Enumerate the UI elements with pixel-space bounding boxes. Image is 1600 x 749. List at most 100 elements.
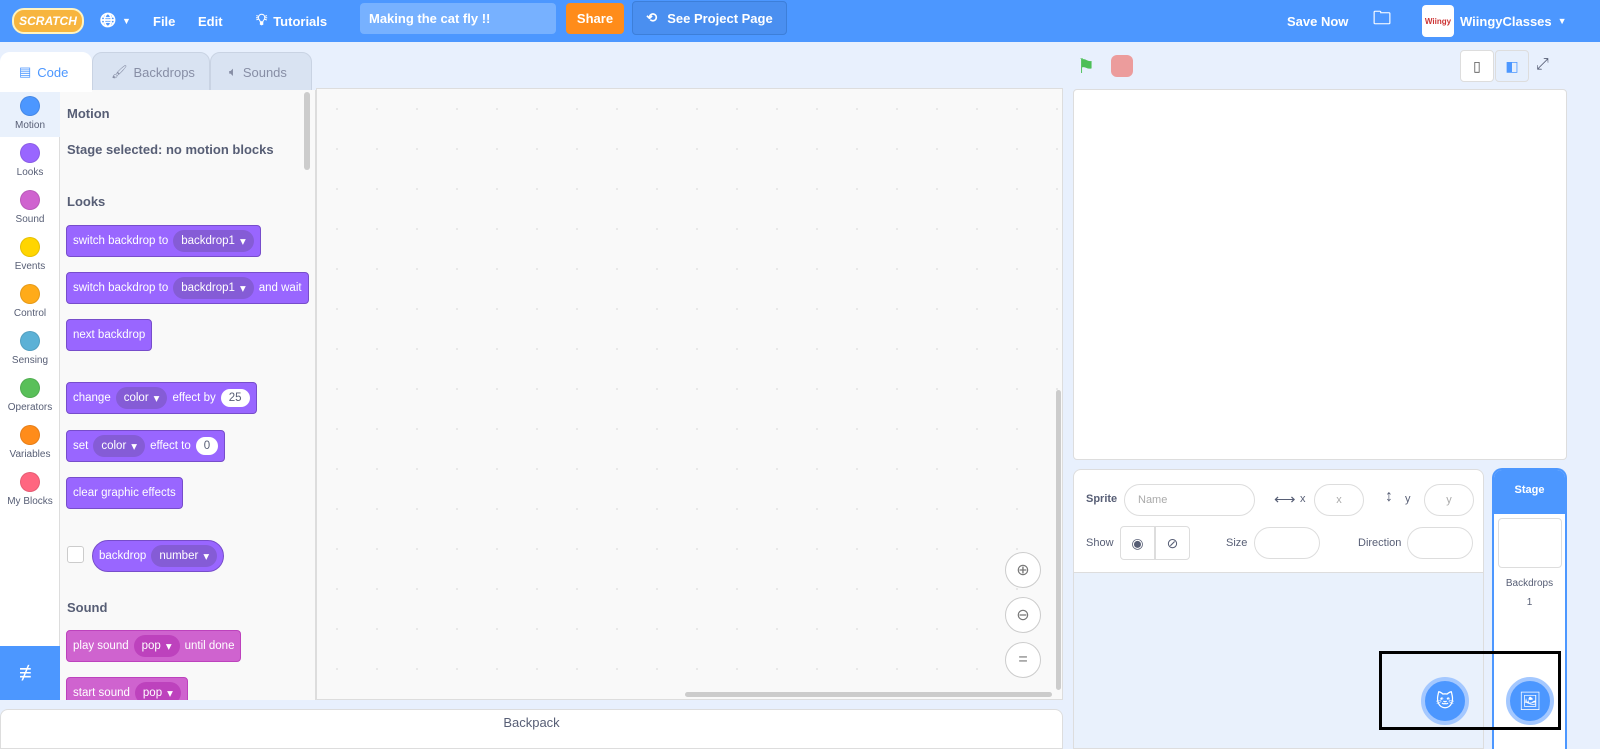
category-events[interactable]: Events (0, 231, 60, 278)
category-dot-icon (20, 331, 40, 351)
tab-backdrops[interactable]: 🖌︎ Backdrops (92, 52, 210, 92)
lightbulb-icon: 💡︎ (256, 12, 268, 29)
backdrop-dropdown[interactable]: backdrop1 ▾ (173, 230, 254, 252)
eye-slash-icon: ⊘ (1166, 534, 1179, 551)
backdrop-dropdown[interactable]: backdrop1 ▾ (173, 277, 254, 299)
category-sensing[interactable]: Sensing (0, 325, 60, 372)
category-motion[interactable]: Motion (0, 90, 60, 137)
change-effect-block[interactable]: change color ▾ effect by 25 (66, 382, 257, 414)
size-input[interactable] (1254, 527, 1320, 559)
tutorials-button[interactable]: 💡︎ Tutorials (256, 0, 327, 42)
direction-input[interactable] (1407, 527, 1473, 559)
sound-dropdown[interactable]: pop ▾ (133, 635, 180, 657)
brush-icon: 🖌︎ (111, 64, 128, 79)
stage-title: Stage (1494, 470, 1565, 514)
file-menu[interactable]: File (153, 0, 175, 42)
chevron-down-icon: ▼ (122, 16, 131, 26)
motion-heading: Motion (67, 106, 110, 121)
sound-dropdown[interactable]: pop ▾ (134, 682, 181, 700)
account-menu[interactable]: Wiingy WiingyClasses ▼ (1422, 0, 1567, 42)
category-sound[interactable]: Sound (0, 184, 60, 231)
category-menu: Motion Looks Sound Events Control Sensing Oper… (0, 90, 60, 700)
effect-value-input[interactable]: 0 (195, 437, 219, 455)
category-operators[interactable]: Operators (0, 372, 60, 419)
start-sound-block[interactable]: start sound pop ▾ (66, 677, 188, 700)
category-dot-icon (20, 425, 40, 445)
zoom-out-icon: ⊖ (1016, 607, 1030, 624)
category-dot-icon (20, 237, 40, 257)
project-title-input[interactable] (360, 3, 556, 34)
category-dot-icon (20, 143, 40, 163)
small-stage-icon: ▯ (1473, 57, 1481, 74)
effect-dropdown[interactable]: color ▾ (115, 387, 168, 409)
green-flag-icon[interactable]: ⚑ (1077, 54, 1095, 79)
fullscreen-icon[interactable]: ⤢ (1536, 56, 1549, 74)
category-dot-icon (20, 190, 40, 210)
category-variables[interactable]: Variables (0, 419, 60, 466)
y-input[interactable]: y (1424, 484, 1474, 516)
backdrop-reporter-checkbox[interactable] (67, 546, 84, 563)
show-sprite-button[interactable]: ◉ (1120, 526, 1155, 560)
category-control[interactable]: Control (0, 278, 60, 325)
backdrop-reporter-block[interactable]: backdrop number ▾ (92, 540, 225, 572)
tab-code[interactable]: ▤ Code (0, 52, 92, 92)
clear-graphic-effects-block[interactable]: clear graphic effects (66, 477, 183, 509)
zoom-reset-button[interactable]: = (1005, 642, 1041, 678)
zoom-out-button[interactable]: ⊖ (1005, 597, 1041, 633)
sprite-name-input[interactable]: Name (1124, 484, 1255, 516)
category-my-blocks[interactable]: My Blocks (0, 466, 60, 513)
switch-backdrop-wait-block[interactable]: switch backdrop to backdrop1 ▾ and wait (66, 272, 309, 304)
x-input[interactable]: x (1314, 484, 1364, 516)
speaker-icon: 🔈︎ (229, 64, 237, 79)
horizontal-arrows-icon: ⟷ (1274, 491, 1296, 508)
category-looks[interactable]: Looks (0, 137, 60, 184)
menu-bar: SCRATCH 🌐︎▼ File Edit 💡︎Tutorials Share … (0, 0, 1600, 42)
hide-sprite-button[interactable]: ⊘ (1155, 526, 1190, 560)
backdrop-thumbnail[interactable] (1497, 518, 1562, 568)
sprite-info-panel: Sprite Name ⟷ x x ↕ y y Show ◉ ⊘ Size Di… (1073, 469, 1484, 573)
next-backdrop-block[interactable]: next backdrop (66, 319, 153, 351)
palette-scrollbar[interactable] (304, 92, 310, 170)
chevron-down-icon: ▼ (1557, 16, 1567, 26)
sound-heading: Sound (67, 600, 108, 615)
looks-heading: Looks (67, 194, 106, 209)
project-page-icon: ⟲ (646, 10, 658, 25)
set-effect-block[interactable]: set color ▾ effect to 0 (66, 430, 226, 462)
backpack[interactable]: Backpack (0, 709, 1063, 749)
play-sound-until-done-block[interactable]: play sound pop ▾ until done (66, 630, 242, 662)
highlight-box (1379, 651, 1561, 730)
tab-sounds[interactable]: 🔈︎ Sounds (210, 52, 312, 92)
share-button[interactable]: Share (566, 3, 624, 34)
stage-canvas[interactable] (1073, 89, 1567, 460)
add-extension-button[interactable]: ≢ (0, 646, 60, 700)
effect-dropdown[interactable]: color ▾ (93, 435, 146, 457)
see-project-page-button[interactable]: ⟲ See Project Page (632, 1, 787, 35)
zoom-reset-icon: = (1018, 651, 1028, 668)
vertical-arrows-icon: ↕ (1385, 488, 1393, 505)
save-now-button[interactable]: Save Now (1287, 0, 1348, 42)
effect-amount-input[interactable]: 25 (220, 389, 250, 407)
edit-menu[interactable]: Edit (198, 0, 223, 42)
large-stage-icon: ◧ (1505, 57, 1519, 74)
eye-icon: ◉ (1131, 534, 1144, 551)
scratch-logo[interactable]: SCRATCH (12, 8, 84, 34)
code-icon: ▤ (19, 64, 32, 79)
folder-icon[interactable]: 🗀 (1373, 0, 1391, 42)
script-horizontal-scrollbar[interactable] (685, 692, 1052, 697)
zoom-in-button[interactable]: ⊕ (1005, 552, 1041, 588)
switch-backdrop-block[interactable]: switch backdrop to backdrop1 ▾ (66, 225, 261, 257)
language-menu[interactable]: 🌐︎ ▼ (100, 0, 131, 42)
script-vertical-scrollbar[interactable] (1056, 390, 1061, 690)
backdrop-attr-dropdown[interactable]: number ▾ (151, 545, 218, 567)
large-stage-button[interactable]: ◧ (1495, 50, 1529, 82)
avatar: Wiingy (1422, 5, 1454, 37)
small-stage-button[interactable]: ▯ (1460, 50, 1494, 82)
category-dot-icon (20, 284, 40, 304)
motion-note: Stage selected: no motion blocks (67, 142, 274, 157)
globe-icon: 🌐︎ (100, 9, 116, 32)
category-dot-icon (20, 472, 40, 492)
backdrop-count: 1 (1526, 597, 1533, 608)
stop-icon[interactable] (1111, 55, 1133, 77)
category-dot-icon (20, 96, 40, 116)
script-area[interactable]: ⊕ ⊖ = (316, 88, 1063, 700)
